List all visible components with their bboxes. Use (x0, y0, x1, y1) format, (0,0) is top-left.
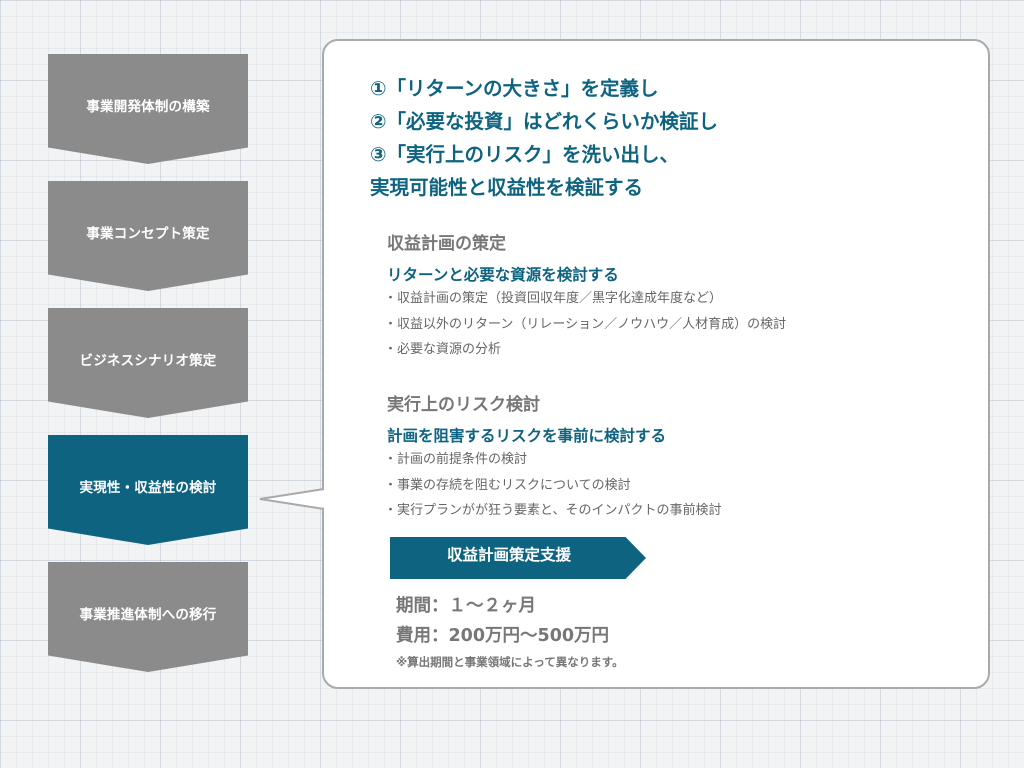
section-title: 収益計画の策定 (387, 234, 506, 254)
step-feasibility[interactable]: 実現性・収益性の検討 (48, 435, 248, 545)
headline-line: ①「リターンの大きさ」を定義し (370, 77, 659, 100)
step-business-scenario[interactable]: ビジネスシナリオ策定 (48, 308, 248, 418)
section-bullets: ・収益計画の策定（投資回収年度／黒字化達成年度など） ・収益以外のリターン（リレ… (384, 286, 786, 363)
period-text: 期間：１～２ヶ月 (396, 596, 536, 616)
headline: ①「リターンの大きさ」を定義し ②「必要な投資」はどれくらいか検証し ③「実行上… (370, 72, 718, 204)
bullet-item: ・収益以外のリターン（リレーション／ノウハウ／人材育成）の検討 (384, 316, 787, 332)
bullet-item: ・実行プランがが狂う要素と、そのインパクトの事前検討 (384, 503, 722, 518)
section-title: 実行上のリスク検討 (387, 395, 540, 415)
bullet-item: ・事業の存続を阻むリスクについての検討 (384, 477, 631, 493)
cost-text: 費用：200万円～500万円 (396, 626, 610, 646)
section-subtitle: リターンと必要な資源を検討する (387, 266, 619, 284)
section-bullets: ・計画の前提条件の検討 ・事業の存続を阻むリスクについての検討 ・実行プランがが… (384, 447, 721, 524)
headline-line: ③「実行上のリスク」を洗い出し、 (370, 143, 680, 166)
footnote: ※算出期間と事業領域によって異なります。 (396, 655, 624, 669)
headline-line: 実現可能性と収益性を検証する (370, 176, 644, 199)
bullet-item: ・収益計画の策定（投資回収年度／黒字化達成年度など） (384, 291, 723, 306)
step-business-structure[interactable]: 事業開発体制の構築 (48, 54, 248, 164)
step-business-transition[interactable]: 事業推進体制への移行 (48, 562, 248, 672)
service-banner: 収益計画策定支援 (390, 537, 646, 579)
bullet-item: ・計画の前提条件の検討 (384, 452, 528, 467)
bullet-item: ・必要な資源の分析 (384, 342, 502, 357)
section-subtitle: 計画を阻害するリスクを事前に検討する (387, 427, 667, 445)
headline-line: ②「必要な投資」はどれくらいか検証し (370, 110, 719, 133)
step-business-concept[interactable]: 事業コンセプト策定 (48, 181, 248, 291)
